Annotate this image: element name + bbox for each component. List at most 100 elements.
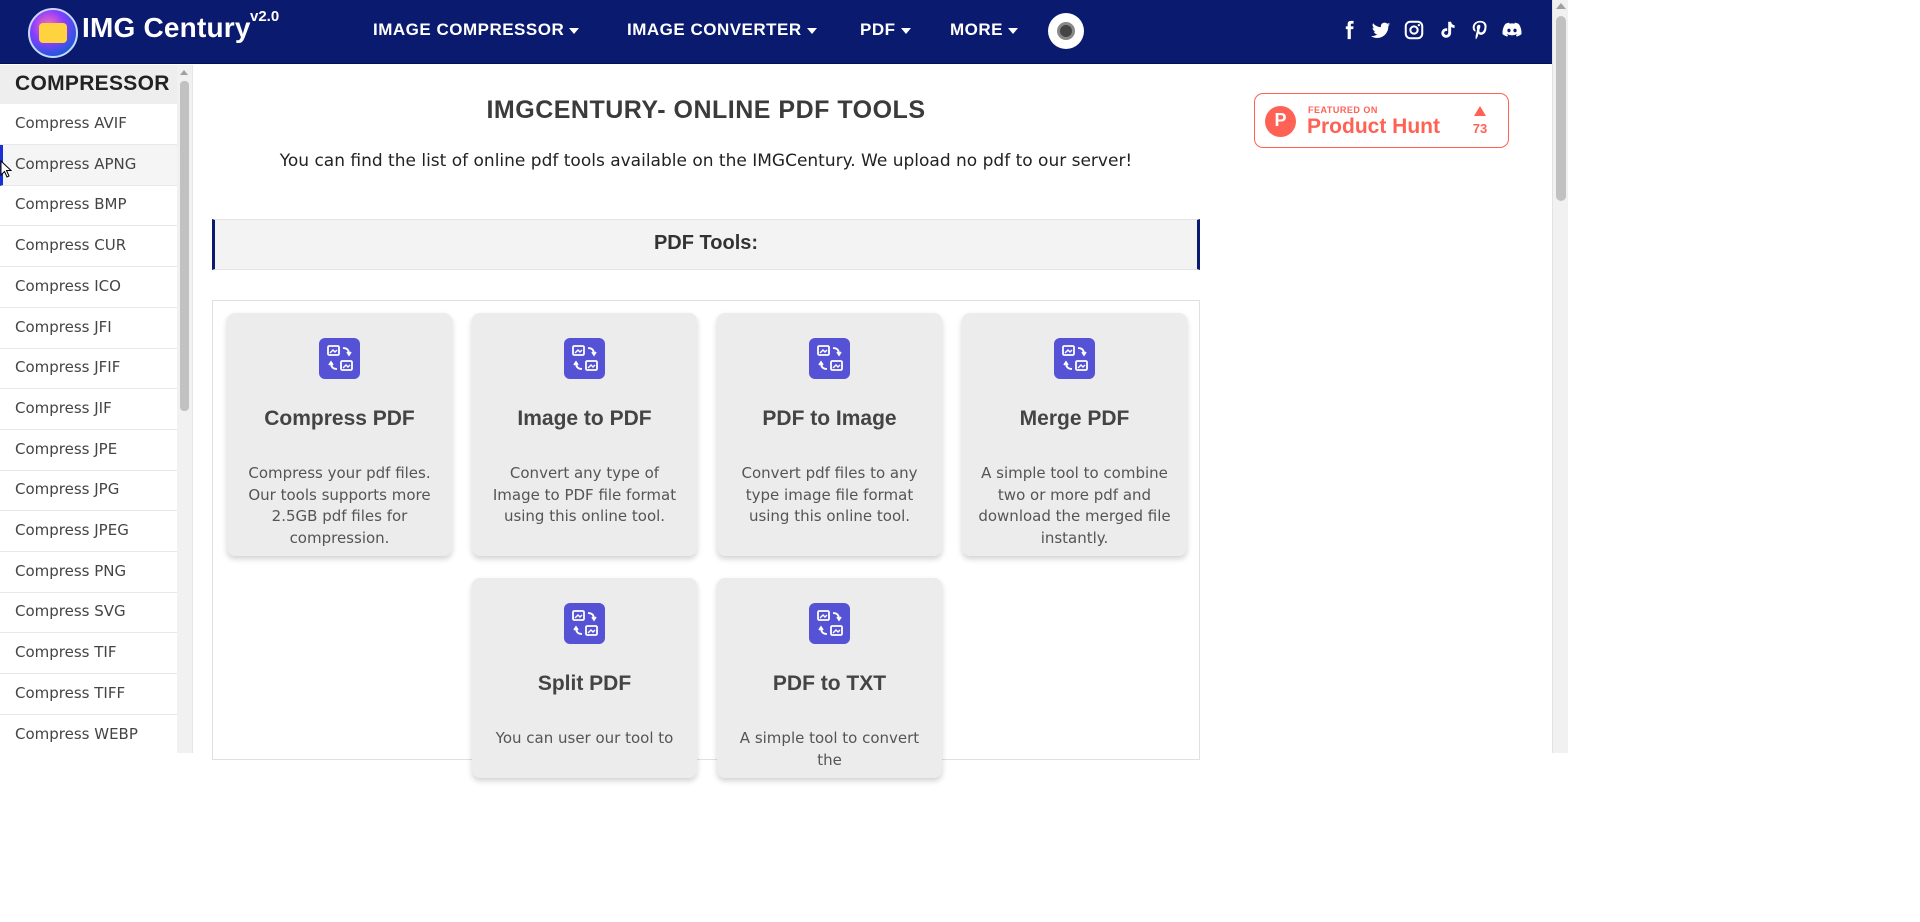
section-header: PDF Tools: bbox=[212, 219, 1200, 270]
upvote-arrow-icon bbox=[1474, 106, 1486, 116]
instagram-icon[interactable] bbox=[1403, 19, 1425, 41]
sidebar-item[interactable]: Compress PNG bbox=[0, 552, 177, 593]
image-convert-icon bbox=[564, 338, 605, 379]
top-navbar: IMG Century v2.0 IMAGE COMPRESSOR IMAGE … bbox=[0, 0, 1552, 64]
tool-card-description: A simple tool to convert the bbox=[739, 729, 920, 769]
nav-image-converter[interactable]: IMAGE CONVERTER bbox=[627, 20, 817, 40]
theme-toggle-button[interactable] bbox=[1048, 13, 1084, 49]
sidebar-header: COMPRESSOR bbox=[0, 65, 177, 104]
sidebar-item[interactable]: Compress AVIF bbox=[0, 104, 177, 145]
sidebar-item[interactable]: Compress WEBP bbox=[0, 715, 177, 754]
tool-card-title: Compress PDF bbox=[264, 407, 415, 430]
tool-card[interactable]: Merge PDF A simple tool to combine two or… bbox=[962, 313, 1187, 556]
sidebar-title: COMPRESSOR bbox=[15, 72, 170, 95]
brand-logo[interactable] bbox=[28, 8, 78, 58]
sidebar-item[interactable]: Compress JPEG bbox=[0, 511, 177, 552]
sidebar-item-label: Compress WEBP bbox=[15, 724, 138, 743]
sidebar-item[interactable]: Compress ICO bbox=[0, 267, 177, 308]
nav-item-label: MORE bbox=[950, 20, 1003, 39]
nav-pdf[interactable]: PDF bbox=[860, 20, 911, 40]
sidebar-item[interactable]: Compress TIFF bbox=[0, 674, 177, 715]
nav-item-label: IMAGE CONVERTER bbox=[627, 20, 802, 39]
facebook-icon[interactable] bbox=[1338, 19, 1360, 41]
twitter-icon[interactable] bbox=[1370, 19, 1392, 41]
tool-card-title: Image to PDF bbox=[517, 407, 652, 430]
sidebar: COMPRESSOR Compress AVIF Compress APNG Com… bbox=[0, 65, 193, 753]
tool-card-title: Split PDF bbox=[537, 672, 632, 695]
sidebar-item[interactable]: Compress JPG bbox=[0, 470, 177, 512]
tool-card-description: A simple tool to combine two or more pdf… bbox=[978, 464, 1171, 547]
tool-card[interactable]: Split PDF You can user our tool to bbox=[472, 578, 697, 778]
sidebar-item[interactable]: Compress BMP bbox=[0, 185, 177, 227]
sidebar-item-label: Compress JPG bbox=[15, 480, 120, 499]
discord-icon[interactable] bbox=[1501, 19, 1523, 41]
sidebar-item-label: Compress SVG bbox=[15, 602, 126, 621]
sidebar-item-label: Compress PNG bbox=[15, 561, 127, 580]
nav-item-label: IMAGE COMPRESSOR bbox=[373, 20, 565, 39]
page-description: You can find the list of online pdf tool… bbox=[279, 151, 1133, 171]
tool-card[interactable]: Compress PDF Compress your pdf files. Our… bbox=[227, 313, 452, 556]
section-title: PDF Tools: bbox=[653, 232, 759, 254]
tool-card[interactable]: Image to PDF Convert any type of Image to… bbox=[472, 313, 697, 556]
sidebar-item[interactable]: Compress APNG bbox=[0, 144, 177, 186]
scroll-up-arrow-icon[interactable] bbox=[1556, 3, 1566, 9]
sidebar-item-label: Compress TIFF bbox=[15, 683, 126, 702]
sidebar-item[interactable]: Compress CUR bbox=[0, 226, 177, 268]
sidebar-scrollbar[interactable] bbox=[177, 65, 192, 753]
theme-toggle-icon bbox=[1057, 22, 1075, 40]
image-convert-icon bbox=[809, 338, 850, 379]
tiktok-icon[interactable] bbox=[1436, 19, 1458, 41]
nav-image-compressor[interactable]: IMAGE COMPRESSOR bbox=[373, 20, 580, 40]
tool-card-title: PDF to TXT bbox=[772, 672, 887, 695]
sidebar-item-label: Compress APNG bbox=[15, 154, 137, 173]
upvote-count: 73 bbox=[1472, 121, 1488, 136]
chevron-down-icon bbox=[900, 27, 911, 34]
tool-card-description: Convert pdf files to any type image file… bbox=[741, 464, 918, 525]
sidebar-item-label: Compress JIF bbox=[15, 398, 112, 417]
sidebar-item[interactable]: Compress SVG bbox=[0, 592, 177, 634]
product-hunt-logo-icon: P bbox=[1265, 106, 1296, 137]
image-convert-icon bbox=[564, 603, 605, 644]
image-convert-icon bbox=[1054, 338, 1095, 379]
sidebar-item-label: Compress AVIF bbox=[15, 114, 127, 132]
sidebar-item-label: Compress JPE bbox=[15, 439, 118, 458]
sidebar-item[interactable]: Compress TIF bbox=[0, 633, 177, 675]
sidebar-item-label: Compress JFI bbox=[15, 317, 112, 336]
scroll-up-arrow-icon[interactable] bbox=[180, 70, 188, 75]
sidebar-item-label: Compress TIF bbox=[15, 643, 117, 662]
image-convert-icon bbox=[809, 603, 850, 644]
tool-card-description: You can user our tool to bbox=[495, 729, 674, 747]
product-hunt-badge[interactable]: P FEATURED ON Product Hunt 73 bbox=[1254, 93, 1509, 148]
pinterest-icon[interactable] bbox=[1469, 19, 1491, 41]
page-title: IMGCENTURY- ONLINE PDF TOOLS bbox=[486, 96, 926, 124]
sidebar-item-label: Compress CUR bbox=[15, 236, 127, 255]
sidebar-item[interactable]: Compress JFIF bbox=[0, 348, 177, 390]
product-hunt-name: Product Hunt bbox=[1307, 115, 1440, 138]
sidebar-item[interactable]: Compress JFI bbox=[0, 308, 177, 349]
nav-more[interactable]: MORE bbox=[950, 20, 1018, 40]
sidebar-item-label: Compress ICO bbox=[15, 276, 121, 295]
nav-item-label: PDF bbox=[860, 20, 896, 39]
image-convert-icon bbox=[319, 338, 360, 379]
tool-card[interactable]: PDF to Image Convert pdf files to any typ… bbox=[717, 313, 942, 556]
mouse-cursor-icon bbox=[0, 160, 12, 178]
tool-card-title: Merge PDF bbox=[1019, 407, 1130, 430]
sidebar-item[interactable]: Compress JIF bbox=[0, 389, 177, 430]
tool-card-description: Compress your pdf files. Our tools suppo… bbox=[248, 464, 431, 547]
brand-version: v2.0 bbox=[250, 8, 280, 25]
tool-card-title: PDF to Image bbox=[762, 407, 897, 430]
sidebar-scrollbar-thumb[interactable] bbox=[180, 81, 189, 411]
sidebar-item-label: Compress JFIF bbox=[15, 358, 121, 377]
chevron-down-icon bbox=[806, 27, 817, 34]
tool-card-description: Convert any type of Image to PDF file fo… bbox=[492, 464, 677, 525]
tool-card[interactable]: PDF to TXT A simple tool to convert the bbox=[717, 578, 942, 778]
chevron-down-icon bbox=[1008, 27, 1018, 34]
page-scrollbar[interactable] bbox=[1552, 0, 1568, 753]
product-hunt-featured-label: FEATURED ON bbox=[1308, 105, 1378, 115]
sidebar-item-label: Compress BMP bbox=[15, 195, 127, 214]
brand-name[interactable]: IMG Century bbox=[82, 12, 251, 44]
chevron-down-icon bbox=[569, 27, 580, 34]
sidebar-item[interactable]: Compress JPE bbox=[0, 430, 177, 471]
sidebar-item-label: Compress JPEG bbox=[15, 521, 129, 539]
page-scrollbar-thumb[interactable] bbox=[1556, 16, 1566, 201]
